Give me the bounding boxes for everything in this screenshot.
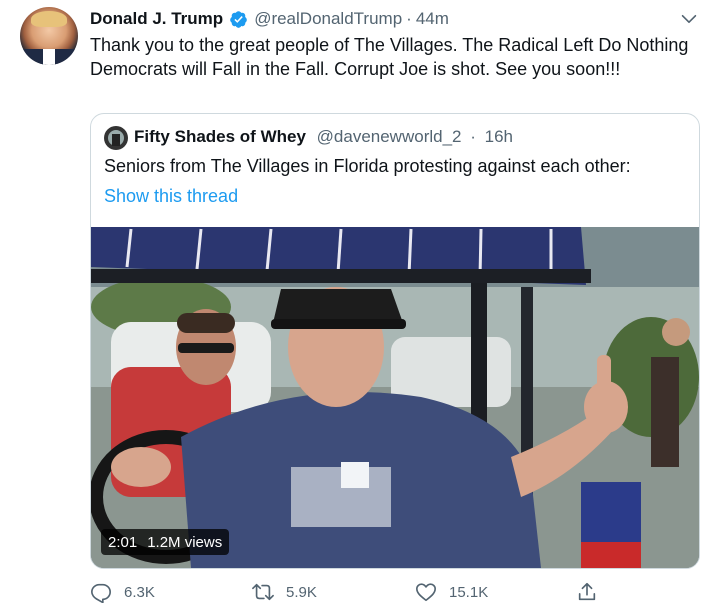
author-name[interactable]: Donald J. Trump: [90, 9, 223, 29]
tweet-header: Donald J. Trump @realDonaldTrump · 44m: [90, 8, 449, 30]
like-count: 15.1K: [449, 583, 489, 601]
quoted-header: Fifty Shades of Whey @davenewworld_2 · 1…: [134, 127, 513, 147]
reply-count: 6.3K: [124, 583, 155, 601]
quoted-author-name[interactable]: Fifty Shades of Whey: [134, 127, 306, 146]
retweet-button[interactable]: 5.9K: [252, 578, 317, 606]
separator-dot: ·: [406, 9, 412, 28]
show-thread-link[interactable]: Show this thread: [104, 186, 238, 207]
quoted-author-handle[interactable]: @davenewworld_2: [317, 127, 462, 146]
author-avatar[interactable]: [20, 7, 78, 65]
chevron-down-icon[interactable]: [678, 8, 700, 30]
author-handle[interactable]: @realDonaldTrump: [254, 9, 402, 29]
like-button[interactable]: 15.1K: [415, 578, 488, 606]
quoted-avatar-body: [112, 134, 120, 146]
share-icon: [578, 582, 596, 601]
quoted-tweet[interactable]: Fifty Shades of Whey @davenewworld_2 · 1…: [90, 113, 700, 569]
like-icon: [416, 583, 436, 602]
video-views: 1.2M views: [147, 533, 223, 551]
reply-button[interactable]: 6.3K: [90, 578, 155, 606]
quoted-separator-dot: ·: [470, 127, 476, 146]
quoted-author-avatar[interactable]: [104, 126, 128, 150]
share-button[interactable]: [576, 578, 598, 606]
tweet-time[interactable]: 44m: [416, 9, 449, 29]
retweet-count: 5.9K: [286, 583, 317, 601]
quoted-tweet-text: Seniors from The Villages in Florida pro…: [104, 156, 631, 176]
tweet-text: Thank you to the great people of The Vil…: [90, 35, 689, 79]
video-frame: [91, 227, 699, 568]
retweet-icon: [252, 583, 274, 601]
avatar-shirt: [43, 49, 55, 65]
action-bar: 6.3K 5.9K 15.1K: [90, 578, 620, 606]
verified-badge-icon: [230, 10, 247, 28]
reply-icon: [91, 583, 111, 603]
video-stats-badge: 2:01 1.2M views: [101, 529, 230, 555]
avatar-hair: [31, 11, 67, 27]
video-player[interactable]: 2:01 1.2M views: [91, 227, 699, 568]
video-duration: 2:01: [108, 533, 138, 551]
quoted-tweet-time: 16h: [484, 127, 514, 146]
